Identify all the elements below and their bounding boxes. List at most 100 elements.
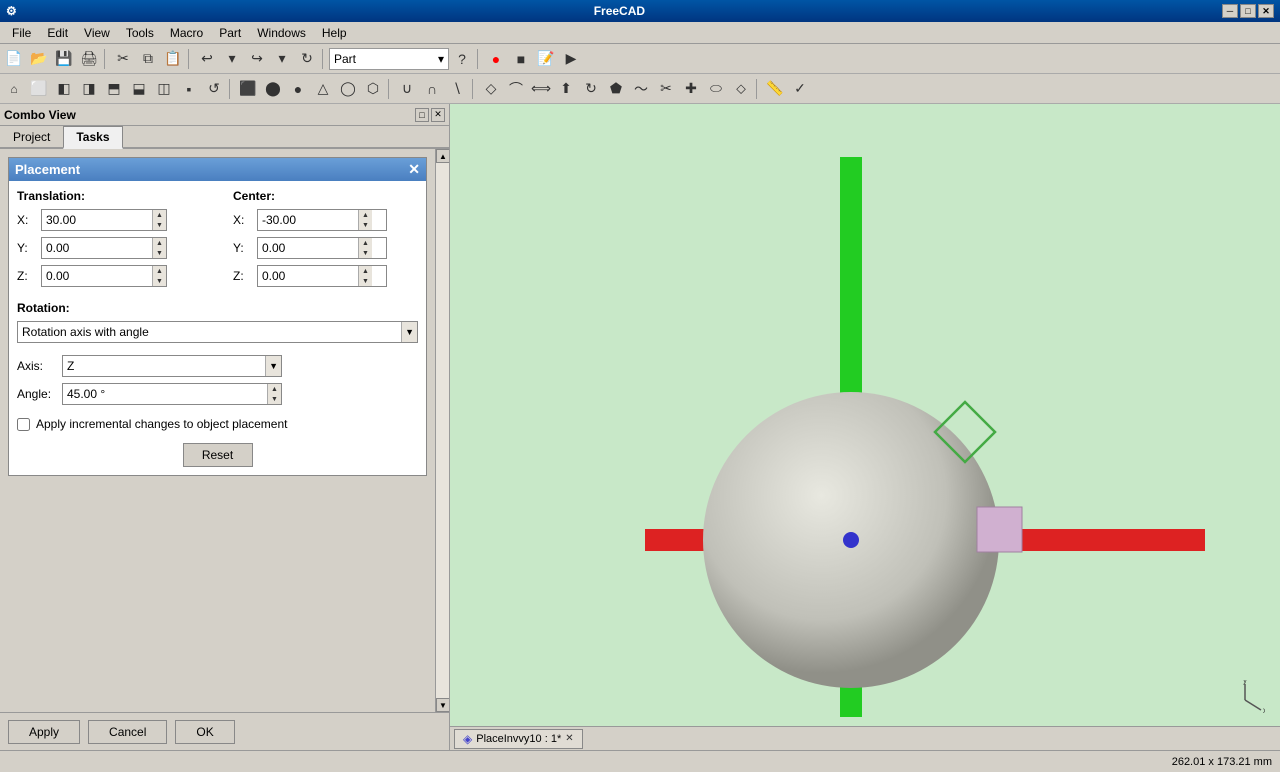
menu-tools[interactable]: Tools	[118, 24, 162, 42]
thickness-btn[interactable]: ⬦	[729, 77, 753, 101]
center-z-spinbox[interactable]: ▲ ▼	[257, 265, 387, 287]
center-x-input[interactable]	[258, 210, 358, 230]
angle-input[interactable]	[63, 384, 267, 404]
part-prism[interactable]: ⬡	[361, 77, 385, 101]
3d-viewport[interactable]: x y ◈ PlaceInvvy10 : 1* ✕	[450, 104, 1280, 750]
translation-y-up[interactable]: ▲	[153, 238, 166, 248]
bool-cut[interactable]: ∖	[445, 77, 469, 101]
minimize-button[interactable]: ─	[1222, 4, 1238, 18]
center-y-input[interactable]	[258, 238, 358, 258]
part-cone[interactable]: △	[311, 77, 335, 101]
translation-z-spinbox[interactable]: ▲ ▼	[41, 265, 167, 287]
cut-button[interactable]: ✂	[111, 47, 135, 71]
menu-help[interactable]: Help	[314, 24, 355, 42]
translation-x-input[interactable]	[42, 210, 152, 230]
translation-x-up[interactable]: ▲	[153, 210, 166, 220]
translation-z-input[interactable]	[42, 266, 152, 286]
part-sphere[interactable]: ●	[286, 77, 310, 101]
print-button[interactable]: 🖨	[77, 47, 101, 71]
menu-part[interactable]: Part	[211, 24, 249, 42]
scroll-track[interactable]	[436, 163, 449, 698]
extrude-btn[interactable]: ⬆	[554, 77, 578, 101]
incremental-checkbox[interactable]	[17, 418, 30, 431]
rotation-mode-arrow[interactable]: ▼	[401, 322, 417, 342]
redo-dropdown[interactable]: ▾	[270, 47, 294, 71]
rotation-mode-input[interactable]	[18, 322, 401, 342]
tab-tasks[interactable]: Tasks	[63, 126, 122, 149]
part-torus[interactable]: ◯	[336, 77, 360, 101]
center-x-down[interactable]: ▼	[359, 220, 372, 230]
placement-close-button[interactable]: ✕	[408, 161, 420, 178]
close-button[interactable]: ✕	[1258, 4, 1274, 18]
rotation-mode-dropdown[interactable]: ▼	[17, 321, 418, 343]
center-y-down[interactable]: ▼	[359, 248, 372, 258]
stop-button[interactable]: ■	[509, 47, 533, 71]
view-rotate[interactable]: ↺	[202, 77, 226, 101]
view-home[interactable]: ⌂	[2, 77, 26, 101]
combo-close-button[interactable]: ✕	[431, 108, 445, 122]
translation-y-spinbox[interactable]: ▲ ▼	[41, 237, 167, 259]
bool-common[interactable]: ∩	[420, 77, 444, 101]
view-box[interactable]: ⬜	[27, 77, 51, 101]
sweep-btn[interactable]: 〜	[629, 77, 653, 101]
copy-button[interactable]: ⧉	[136, 47, 160, 71]
view-left[interactable]: ▪	[177, 77, 201, 101]
center-z-input[interactable]	[258, 266, 358, 286]
axis-input[interactable]	[63, 356, 265, 376]
translation-y-down[interactable]: ▼	[153, 248, 166, 258]
center-y-up[interactable]: ▲	[359, 238, 372, 248]
maximize-button[interactable]: □	[1240, 4, 1256, 18]
check-btn[interactable]: ✓	[788, 77, 812, 101]
open-button[interactable]: 📂	[27, 47, 51, 71]
menu-macro[interactable]: Macro	[162, 24, 211, 42]
center-z-up[interactable]: ▲	[359, 266, 372, 276]
help-button[interactable]: ?	[450, 47, 474, 71]
fillet-btn[interactable]: ⌒	[504, 77, 528, 101]
save-button[interactable]: 💾	[52, 47, 76, 71]
workbench-dropdown[interactable]: Part ▾	[329, 48, 449, 70]
center-z-down[interactable]: ▼	[359, 276, 372, 286]
macro-button[interactable]: 📝	[534, 47, 558, 71]
apply-button[interactable]: Apply	[8, 720, 80, 744]
mirror-btn[interactable]: ⟺	[529, 77, 553, 101]
section-btn[interactable]: ✂	[654, 77, 678, 101]
translation-x-spinbox[interactable]: ▲ ▼	[41, 209, 167, 231]
scroll-down-arrow[interactable]: ▼	[436, 698, 449, 712]
undo-dropdown[interactable]: ▾	[220, 47, 244, 71]
view-front[interactable]: ◧	[52, 77, 76, 101]
angle-down[interactable]: ▼	[268, 394, 281, 404]
axis-dropdown[interactable]: ▼	[62, 355, 282, 377]
center-x-up[interactable]: ▲	[359, 210, 372, 220]
record-button[interactable]: ●	[484, 47, 508, 71]
view-tab-close-button[interactable]: ✕	[565, 733, 573, 744]
chamfer-btn[interactable]: ◇	[479, 77, 503, 101]
angle-spinbox[interactable]: ▲ ▼	[62, 383, 282, 405]
axis-arrow[interactable]: ▼	[265, 356, 281, 376]
view-top[interactable]: ⬒	[102, 77, 126, 101]
refresh-button[interactable]: ↻	[295, 47, 319, 71]
tab-project[interactable]: Project	[0, 126, 63, 147]
measure-btn[interactable]: 📏	[763, 77, 787, 101]
combo-float-button[interactable]: □	[415, 108, 429, 122]
translation-z-down[interactable]: ▼	[153, 276, 166, 286]
menu-file[interactable]: File	[4, 24, 39, 42]
reset-button[interactable]: Reset	[183, 443, 253, 467]
cancel-button[interactable]: Cancel	[88, 720, 167, 744]
paste-button[interactable]: 📋	[161, 47, 185, 71]
new-button[interactable]: 📄	[2, 47, 26, 71]
part-box[interactable]: ⬛	[236, 77, 260, 101]
offset-btn[interactable]: ⬭	[704, 77, 728, 101]
revolve-btn[interactable]: ↻	[579, 77, 603, 101]
play-button[interactable]: ▶	[559, 47, 583, 71]
menu-view[interactable]: View	[76, 24, 118, 42]
scroll-up-arrow[interactable]: ▲	[436, 149, 449, 163]
part-cylinder[interactable]: ⬤	[261, 77, 285, 101]
bool-fuse[interactable]: ∪	[395, 77, 419, 101]
loft-btn[interactable]: ⬟	[604, 77, 628, 101]
center-y-spinbox[interactable]: ▲ ▼	[257, 237, 387, 259]
view-back[interactable]: ◨	[77, 77, 101, 101]
angle-up[interactable]: ▲	[268, 384, 281, 394]
translation-y-input[interactable]	[42, 238, 152, 258]
view-bottom[interactable]: ⬓	[127, 77, 151, 101]
view-right[interactable]: ◫	[152, 77, 176, 101]
